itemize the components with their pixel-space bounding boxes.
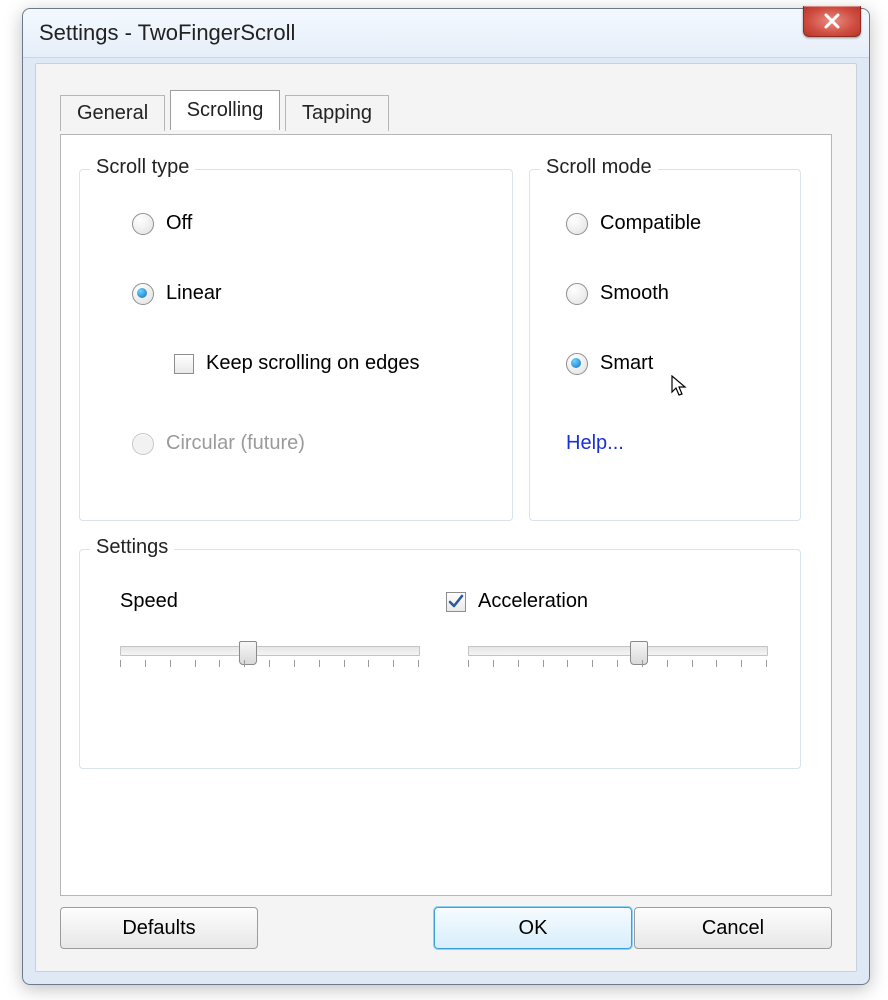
- checkbox-keep-edges-label: Keep scrolling on edges: [206, 352, 419, 375]
- help-link[interactable]: Help...: [566, 432, 624, 455]
- radio-smart[interactable]: [566, 353, 588, 375]
- tabpage-scrolling: Scroll type Off Linear Keep scrolling on…: [60, 134, 832, 896]
- tabstrip: General Scrolling Tapping: [60, 92, 832, 134]
- radio-linear-label: Linear: [166, 282, 222, 305]
- radio-smart-label: Smart: [600, 352, 653, 375]
- radio-row-smooth[interactable]: Smooth: [566, 282, 669, 305]
- group-scroll-mode: Scroll mode Compatible Smooth Smart Help…: [529, 169, 801, 521]
- window-title: Settings - TwoFingerScroll: [39, 20, 295, 46]
- ok-button-label: OK: [519, 917, 548, 940]
- checkbox-acceleration[interactable]: [446, 592, 466, 612]
- group-settings: Settings Speed Acceleration: [79, 549, 801, 769]
- defaults-button-label: Defaults: [122, 917, 195, 940]
- close-icon: [822, 12, 842, 30]
- radio-circular: [132, 433, 154, 455]
- radio-row-compatible[interactable]: Compatible: [566, 212, 701, 235]
- radio-off-label: Off: [166, 212, 192, 235]
- accel-row[interactable]: Acceleration: [446, 590, 588, 613]
- radio-row-circular: Circular (future): [132, 432, 305, 455]
- button-bar: Defaults OK Cancel: [60, 907, 832, 955]
- legend-scroll-type: Scroll type: [90, 156, 195, 179]
- titlebar[interactable]: Settings - TwoFingerScroll: [23, 9, 869, 58]
- speed-label: Speed: [120, 590, 178, 613]
- radio-row-off[interactable]: Off: [132, 212, 192, 235]
- client-area: General Scrolling Tapping Scroll type Of…: [35, 63, 857, 972]
- close-button[interactable]: [803, 6, 861, 37]
- checkbox-keep-edges[interactable]: [174, 354, 194, 374]
- check-icon: [447, 593, 465, 611]
- accel-slider[interactable]: [468, 646, 768, 670]
- tab-tapping[interactable]: Tapping: [285, 95, 389, 131]
- radio-circular-label: Circular (future): [166, 432, 305, 455]
- radio-row-linear[interactable]: Linear: [132, 282, 222, 305]
- accel-label: Acceleration: [478, 590, 588, 613]
- defaults-button[interactable]: Defaults: [60, 907, 258, 949]
- radio-compatible-label: Compatible: [600, 212, 701, 235]
- settings-window: Settings - TwoFingerScroll General Scrol…: [22, 8, 870, 985]
- speed-slider[interactable]: [120, 646, 420, 670]
- radio-compatible[interactable]: [566, 213, 588, 235]
- speed-label-row: Speed: [120, 590, 178, 613]
- legend-settings: Settings: [90, 536, 174, 559]
- radio-linear[interactable]: [132, 283, 154, 305]
- radio-row-smart[interactable]: Smart: [566, 352, 653, 375]
- cancel-button[interactable]: Cancel: [634, 907, 832, 949]
- help-link-row[interactable]: Help...: [566, 432, 624, 455]
- tab-scrolling[interactable]: Scrolling: [170, 90, 281, 130]
- radio-off[interactable]: [132, 213, 154, 235]
- checkbox-row-keep-edges[interactable]: Keep scrolling on edges: [174, 352, 419, 375]
- legend-scroll-mode: Scroll mode: [540, 156, 658, 179]
- ok-button[interactable]: OK: [434, 907, 632, 949]
- cancel-button-label: Cancel: [702, 917, 764, 940]
- tab-general[interactable]: General: [60, 95, 165, 131]
- group-scroll-type: Scroll type Off Linear Keep scrolling on…: [79, 169, 513, 521]
- radio-smooth-label: Smooth: [600, 282, 669, 305]
- radio-smooth[interactable]: [566, 283, 588, 305]
